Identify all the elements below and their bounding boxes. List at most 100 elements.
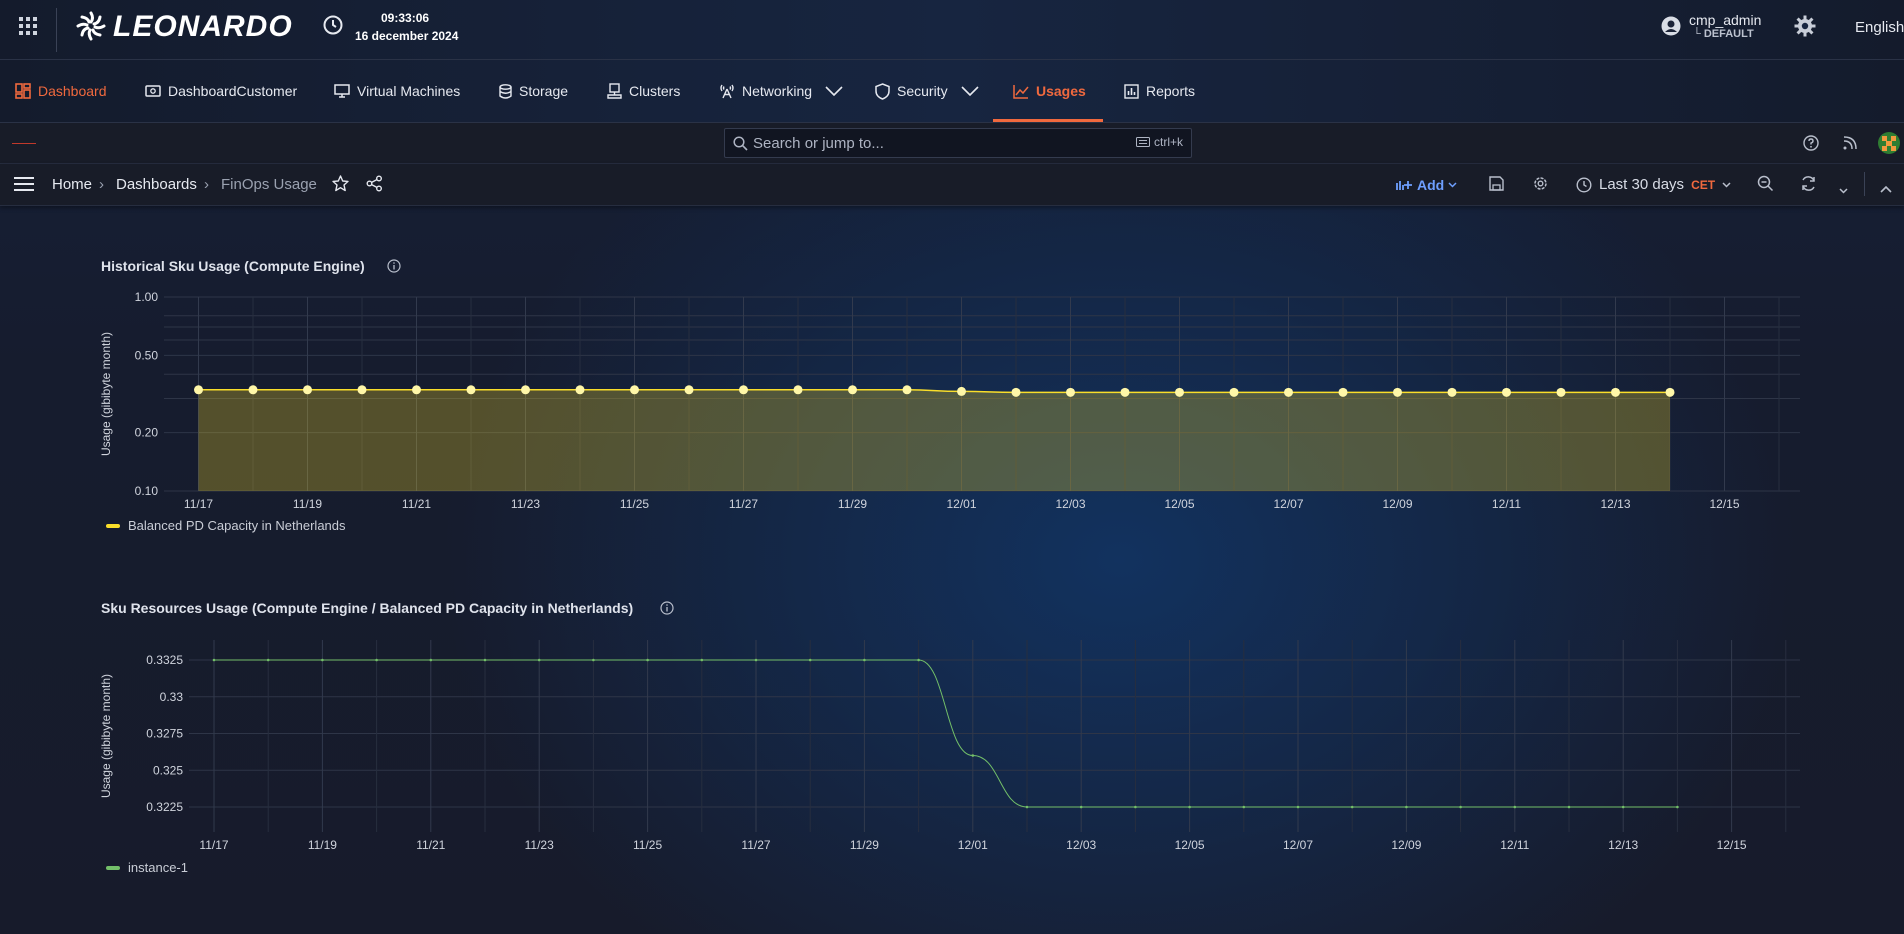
panel-2-title[interactable]: Sku Resources Usage (Compute Engine / Ba… xyxy=(101,600,633,616)
legend-swatch xyxy=(106,865,120,870)
refresh-icon[interactable] xyxy=(1800,175,1817,197)
star-icon[interactable] xyxy=(332,175,349,197)
data-point xyxy=(1188,805,1191,809)
data-point xyxy=(1611,387,1620,397)
settings-gear-icon[interactable] xyxy=(1794,15,1816,42)
data-point xyxy=(1405,805,1408,809)
nav-reports[interactable]: Reports xyxy=(1124,60,1195,122)
nav-virtual-machines[interactable]: Virtual Machines xyxy=(334,60,460,122)
rss-icon[interactable] xyxy=(1843,136,1857,155)
breadcrumb-dashboards[interactable]: Dashboards xyxy=(116,176,197,193)
legend-swatch xyxy=(106,523,120,528)
nav-clusters[interactable]: Clusters xyxy=(607,60,680,122)
x-tick-label: 12/15 xyxy=(1717,838,1747,852)
monitor-icon xyxy=(334,84,350,98)
data-point xyxy=(429,658,433,662)
divider xyxy=(56,8,57,52)
nav-usages-label: Usages xyxy=(1036,83,1086,99)
search-input[interactable]: Search or jump to... ctrl+k xyxy=(724,128,1192,158)
nav-security[interactable]: Security xyxy=(875,60,979,122)
data-point xyxy=(521,385,530,395)
panel-2-info-icon[interactable] xyxy=(660,601,674,620)
data-point xyxy=(1011,387,1021,397)
nav-usages[interactable]: Usages xyxy=(1013,60,1086,122)
language-selector[interactable]: English xyxy=(1855,19,1904,36)
breadcrumb-home[interactable]: Home xyxy=(52,176,92,193)
series-area xyxy=(198,389,1670,491)
data-point xyxy=(1079,805,1083,809)
nav-dashboard-customer[interactable]: DashboardCustomer xyxy=(145,60,297,122)
search-shortcut-label: ctrl+k xyxy=(1153,135,1183,149)
data-point xyxy=(739,385,748,395)
data-point xyxy=(1120,387,1130,397)
user-name[interactable]: cmp_admin xyxy=(1689,12,1761,28)
zoom-out-icon[interactable] xyxy=(1757,175,1774,197)
data-point xyxy=(412,385,421,395)
x-tick-label: 12/05 xyxy=(1164,497,1194,511)
nav-dashboard[interactable]: Dashboard xyxy=(15,60,107,122)
chevron-down-icon xyxy=(1448,182,1457,188)
x-tick-label: 11/27 xyxy=(741,838,770,852)
data-point xyxy=(537,658,541,662)
data-point xyxy=(1665,387,1675,397)
add-panel-button[interactable]: Add xyxy=(1396,177,1457,193)
nav-networking-label: Networking xyxy=(742,83,813,99)
nav-virtual-machines-label: Virtual Machines xyxy=(357,83,461,99)
nav-storage[interactable]: Storage xyxy=(499,60,568,122)
x-tick-label: 12/09 xyxy=(1391,838,1421,852)
user-avatar-icon[interactable] xyxy=(1661,16,1681,41)
time-range-picker[interactable]: Last 30 days CET xyxy=(1576,176,1731,193)
data-point xyxy=(1338,387,1348,397)
antenna-icon xyxy=(720,84,734,99)
nav-networking[interactable]: Networking xyxy=(719,60,843,122)
time-range-label: Last 30 days xyxy=(1599,176,1685,193)
nav-dashboard-label: Dashboard xyxy=(38,83,107,99)
y-axis-label: Usage (gibibyte month) xyxy=(99,332,113,456)
data-point xyxy=(483,658,487,662)
profile-avatar[interactable] xyxy=(1878,132,1900,159)
data-point xyxy=(1393,387,1402,397)
data-point xyxy=(1502,387,1511,397)
data-point xyxy=(863,658,866,662)
keyboard-icon xyxy=(1135,137,1150,147)
help-icon[interactable] xyxy=(1803,135,1819,156)
x-tick-label: 11/19 xyxy=(308,838,337,852)
panel-1-legend-label: Balanced PD Capacity in Netherlands xyxy=(128,518,346,533)
panel-1-chart[interactable]: 1.00 0.50 0.20 0.10 11/17 11/19 11/21 11/23 11/2… xyxy=(0,285,1904,525)
panel-2-legend[interactable]: instance-1 xyxy=(106,860,188,875)
brand-logo-icon[interactable] xyxy=(73,8,109,49)
data-point xyxy=(917,658,920,662)
panel-2-chart[interactable]: 0.3325 0.33 0.3275 0.325 0.3225 11/17 11/19 11/… xyxy=(0,630,1904,860)
x-tick-label: 11/23 xyxy=(525,838,554,852)
x-tick-label: 12/07 xyxy=(1273,497,1303,511)
shield-icon xyxy=(875,82,890,100)
data-point xyxy=(1284,387,1293,397)
panel-1-title[interactable]: Historical Sku Usage (Compute Engine) xyxy=(101,258,365,274)
data-point xyxy=(194,385,203,395)
dashboard-settings-icon[interactable] xyxy=(1532,175,1549,197)
panel-1-legend[interactable]: Balanced PD Capacity in Netherlands xyxy=(106,518,346,533)
chevron-down-icon xyxy=(825,86,843,96)
collapse-chevron-up-icon[interactable] xyxy=(1880,180,1892,198)
data-point xyxy=(1025,805,1029,809)
clock-icon xyxy=(1576,176,1592,193)
data-point xyxy=(793,385,803,395)
nav-storage-label: Storage xyxy=(519,83,569,99)
brand-name: LEONARDO xyxy=(113,10,293,43)
menu-icon[interactable] xyxy=(14,177,34,196)
x-tick-label: 12/13 xyxy=(1608,838,1638,852)
share-icon[interactable] xyxy=(366,175,383,197)
x-tick-label: 12/09 xyxy=(1382,497,1412,511)
x-tick-label: 11/21 xyxy=(416,838,445,852)
data-point xyxy=(1242,805,1246,809)
timezone-label: CET xyxy=(1691,177,1716,192)
nav-security-label: Security xyxy=(897,83,948,99)
data-point xyxy=(902,385,912,395)
apps-grid-icon[interactable] xyxy=(19,17,37,40)
money-icon xyxy=(145,85,161,97)
active-tab-indicator xyxy=(993,119,1103,122)
save-icon[interactable] xyxy=(1489,176,1504,196)
x-tick-label: 11/25 xyxy=(633,838,662,852)
panel-1-info-icon[interactable] xyxy=(387,259,401,278)
refresh-interval-chevron-icon[interactable] xyxy=(1839,181,1848,199)
